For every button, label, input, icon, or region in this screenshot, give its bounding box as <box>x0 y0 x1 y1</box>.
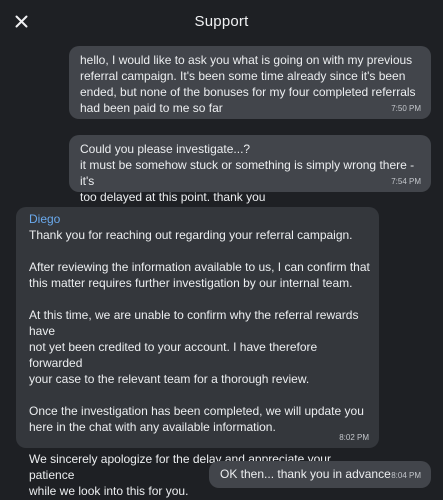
outgoing-message: Could you please investigate...? it must… <box>69 135 431 204</box>
page-title: Support <box>194 12 249 30</box>
message-paragraph: At this time, we are unable to confirm w… <box>29 308 359 386</box>
incoming-message: Diego Thank you for reaching out regardi… <box>16 207 379 498</box>
message-text: Could you please investigate...? it must… <box>80 142 415 204</box>
message-timestamp: 7:50 PM <box>391 104 421 113</box>
message-timestamp: 7:54 PM <box>391 177 421 186</box>
message-timestamp: 8:04 PM <box>391 471 421 480</box>
message-paragraph: After reviewing the information availabl… <box>29 260 370 290</box>
close-button[interactable] <box>11 11 31 31</box>
message-paragraph: Once the investigation has been complete… <box>29 404 364 434</box>
outgoing-message: hello, I would like to ask you what is g… <box>69 46 431 119</box>
sender-name: Diego <box>29 212 61 226</box>
close-icon <box>15 15 27 27</box>
message-paragraph: Thank you for reaching out regarding you… <box>29 228 353 242</box>
outgoing-message: OK then... thank you in advance 8:04 PM <box>209 461 431 488</box>
message-timestamp: 8:02 PM <box>339 433 369 442</box>
message-text: hello, I would like to ask you what is g… <box>80 53 416 115</box>
support-chat-window: Support hello, I would like to ask you w… <box>0 0 443 500</box>
chat-header: Support <box>0 0 443 42</box>
